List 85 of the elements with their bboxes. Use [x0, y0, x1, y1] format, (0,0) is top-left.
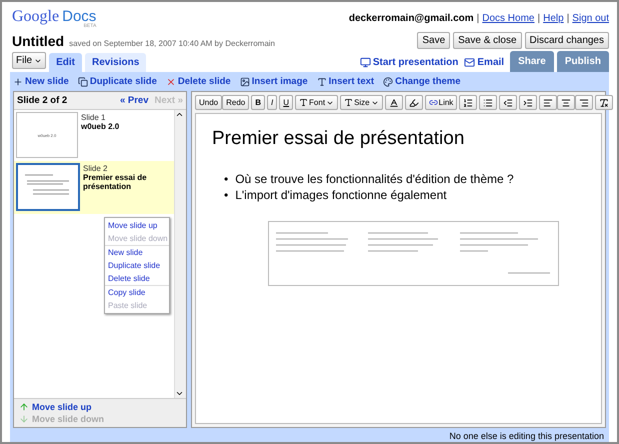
slide-action-link[interactable]: Duplicate slide [78, 76, 157, 88]
clear-format-button[interactable] [595, 95, 614, 110]
menu-item[interactable]: Copy slide [105, 286, 169, 300]
menu-item[interactable]: Delete slide [105, 272, 169, 286]
chain-link-icon [428, 98, 438, 108]
bullet-text[interactable]: Où se trouve les fonctionnalités d'édition de thème ? [235, 172, 514, 188]
clear-format-icon [599, 98, 610, 108]
slide-number: Slide 1 [81, 113, 106, 122]
slide-action-link[interactable]: Delete slide [166, 76, 231, 88]
menu-item[interactable]: Move slide up [105, 219, 169, 232]
move-slide-link[interactable]: Move slide up [19, 402, 181, 412]
bullet-text[interactable]: L'import d'images fonctionne également [235, 188, 447, 204]
outdent-icon [503, 98, 514, 108]
numbered-list-icon [463, 98, 474, 108]
link-separator: | [538, 12, 540, 24]
align-right-icon [579, 98, 590, 108]
size-dropdown[interactable]: Size [340, 95, 383, 110]
close-icon [166, 76, 176, 87]
envelope-icon [464, 57, 476, 68]
slide-action-link[interactable]: New slide [13, 76, 69, 88]
align-center-icon [561, 98, 572, 108]
align-left-icon [543, 98, 554, 108]
slide-counter: Slide 2 of 2 [17, 95, 68, 106]
bulleted-list-button[interactable] [479, 95, 498, 110]
tab[interactable]: Edit [49, 53, 82, 72]
align-center-button[interactable] [557, 95, 576, 110]
file-menu-button[interactable]: File [12, 52, 46, 70]
slide-title: w0ueb 2.0 [81, 122, 120, 132]
slide-number: Slide 2 [83, 164, 108, 174]
header-link[interactable]: Help [543, 12, 564, 24]
saved-info: saved on September 18, 2007 10:40 AM by Deckerromain [69, 38, 276, 48]
slide-title: Premier essai de présentation [83, 173, 148, 192]
highlight-button[interactable] [404, 95, 423, 110]
document-button[interactable]: Save [417, 32, 450, 50]
menu-item[interactable]: Duplicate slide [105, 259, 169, 272]
bullet-marker: • [224, 172, 228, 188]
plus-icon [13, 76, 23, 87]
slide-action-link[interactable]: Change theme [383, 76, 461, 88]
presentation-link[interactable]: Start presentation [360, 57, 458, 68]
text-color-button[interactable] [384, 95, 403, 110]
indent-button[interactable] [519, 95, 538, 110]
text-color-icon [388, 98, 399, 108]
document-title[interactable]: Untitled [12, 32, 64, 49]
scroll-down-icon [175, 389, 184, 398]
highlight-icon [408, 98, 419, 108]
header-link[interactable]: Sign out [572, 12, 609, 24]
copy-icon [78, 76, 88, 87]
font-dropdown[interactable]: Font [295, 95, 338, 110]
slide-heading[interactable]: Premier essai de présentation [212, 128, 585, 150]
bullet-marker: • [224, 188, 228, 204]
tab[interactable]: Revisions [85, 53, 146, 72]
status-text: No one else is editing this presentation [448, 430, 605, 442]
document-button[interactable]: Save & close [453, 32, 522, 50]
up-arrow-icon [19, 402, 29, 412]
palette-icon [383, 76, 394, 87]
link-separator: | [476, 12, 480, 24]
align-right-button[interactable] [575, 95, 594, 110]
italic-button[interactable]: I [267, 95, 278, 110]
slide-item[interactable]: Slide 2 Premier essai de présentation [14, 161, 174, 214]
link-separator: | [566, 12, 570, 24]
bulleted-list-icon [483, 98, 494, 108]
letter-t-icon [299, 98, 308, 108]
header-link[interactable]: Docs Home [482, 12, 534, 24]
image-icon [240, 76, 250, 87]
email-link[interactable]: Email [464, 57, 504, 68]
slide-action-link[interactable]: Insert image [240, 76, 308, 88]
indent-icon [523, 98, 534, 108]
monitor-icon [360, 57, 371, 68]
toolbar-button[interactable]: Undo [195, 95, 222, 110]
prev-link[interactable]: « Prev [120, 95, 148, 106]
numbered-list-button[interactable] [459, 95, 478, 110]
user-email: deckerromain@gmail.com [348, 12, 474, 24]
bold-button[interactable]: B [251, 95, 266, 110]
letter-t-icon [316, 76, 327, 87]
scrollbar[interactable] [174, 110, 186, 398]
slide-action-link[interactable]: Insert text [316, 76, 374, 88]
outdent-button[interactable] [499, 95, 518, 110]
underline-button[interactable]: U [279, 95, 294, 110]
toolbar-button[interactable]: Redo [222, 95, 250, 110]
letter-t-icon [344, 98, 354, 108]
align-left-button[interactable] [539, 95, 558, 110]
menu-item[interactable]: New slide [105, 246, 169, 260]
document-button[interactable]: Discard changes [524, 32, 609, 50]
link-button[interactable]: Link [424, 95, 458, 110]
down-arrow-icon [19, 414, 29, 424]
